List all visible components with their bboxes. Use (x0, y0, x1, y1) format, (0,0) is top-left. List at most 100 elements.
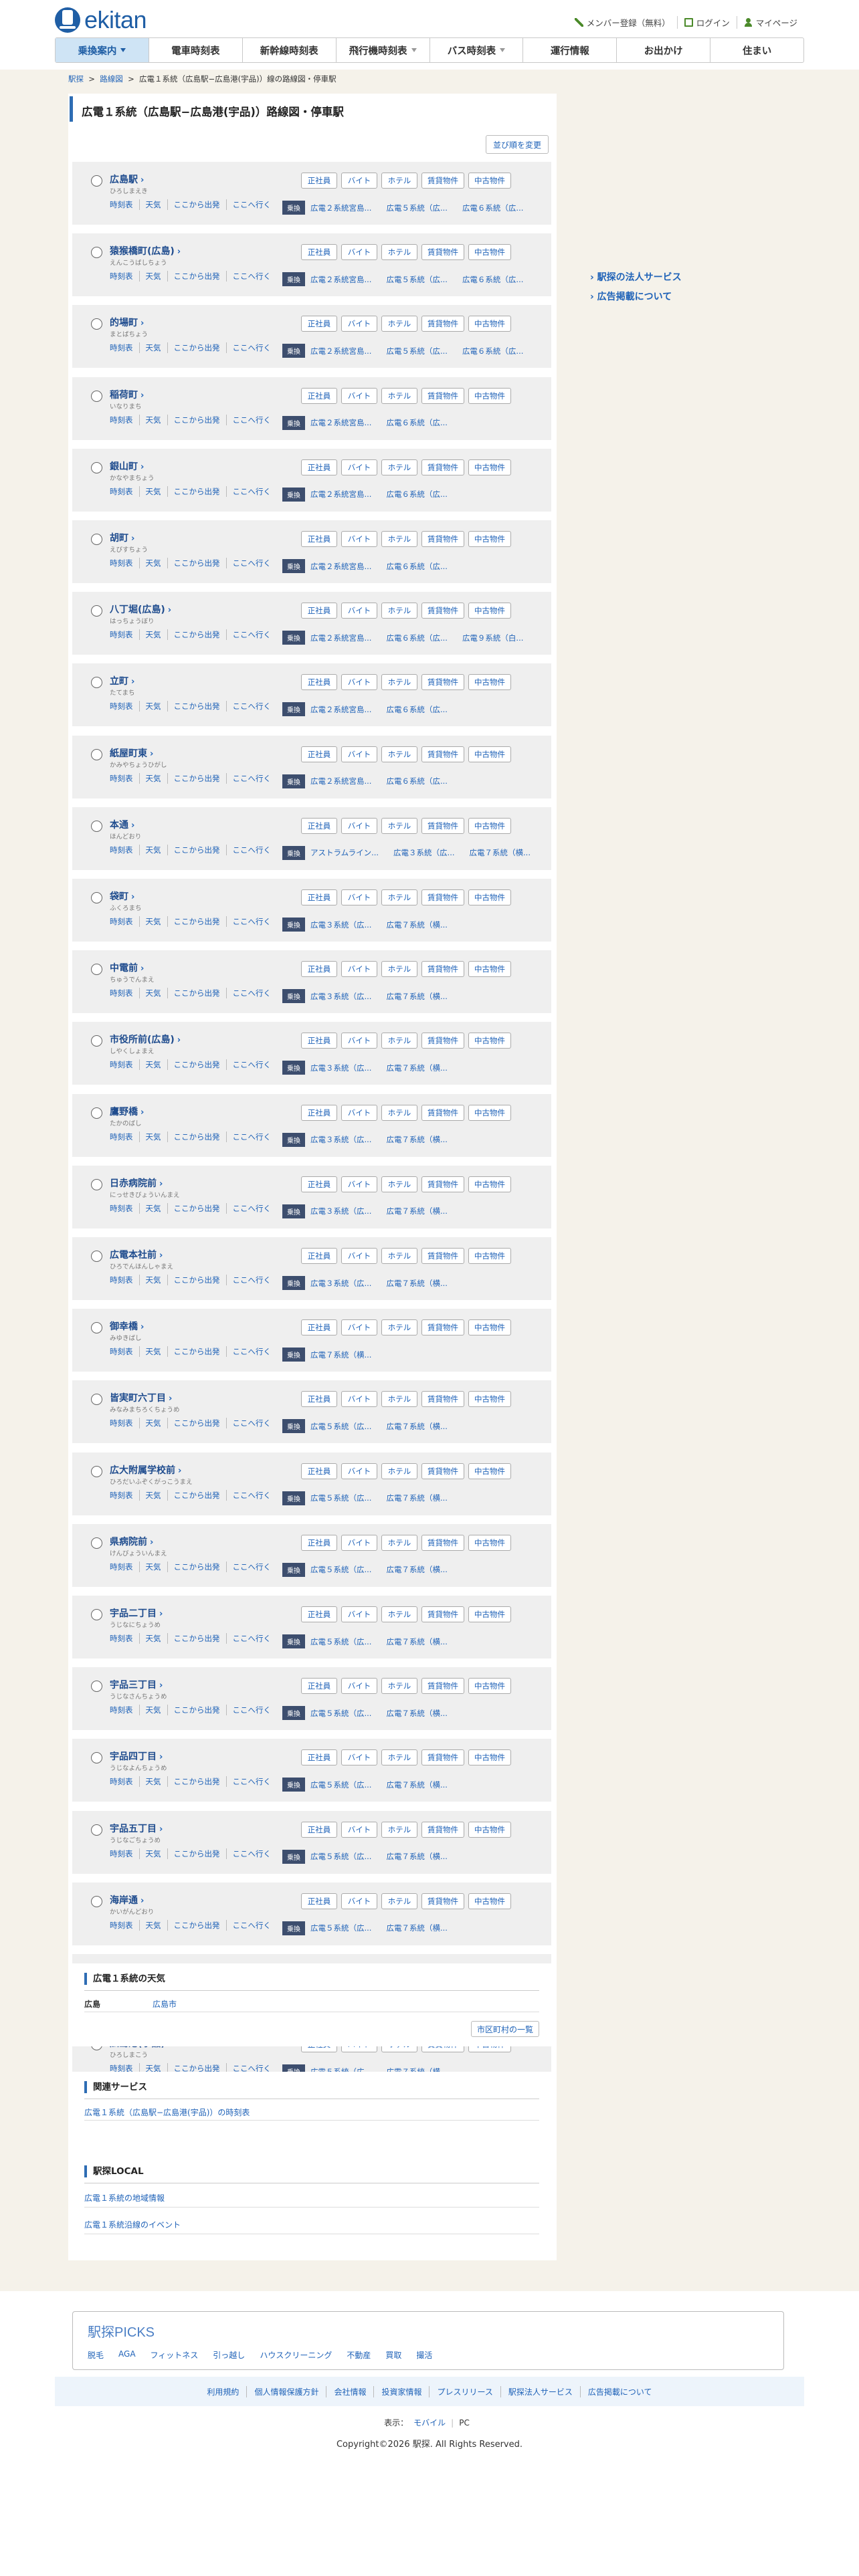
used-property-button[interactable]: 中古物件 (468, 244, 511, 261)
go-to-link[interactable]: ここへ行く (225, 486, 278, 497)
go-to-link[interactable]: ここへ行く (225, 1705, 278, 1716)
hotel-button[interactable]: ホテル (381, 244, 417, 261)
fulltime-job-button[interactable]: 正社員 (301, 1678, 337, 1695)
depart-from-link[interactable]: ここから出発 (167, 1633, 226, 1644)
transfer-line-link[interactable]: 広電７系統（横... (386, 1206, 447, 1216)
timetable-link[interactable]: 時刻表 (110, 701, 139, 712)
timetable-link[interactable]: 時刻表 (110, 1059, 139, 1070)
transfer-line-link[interactable]: 広電２系統宮島... (310, 489, 371, 500)
timetable-link[interactable]: 時刻表 (110, 199, 139, 210)
station-radio[interactable] (91, 1824, 102, 1836)
fulltime-job-button[interactable]: 正社員 (301, 674, 337, 691)
fulltime-job-button[interactable]: 正社員 (301, 244, 337, 261)
transfer-line-link[interactable]: 広電５系統（広... (386, 346, 447, 356)
transfer-line-link[interactable]: 広電９系統（白... (462, 633, 523, 643)
used-property-button[interactable]: 中古物件 (468, 387, 511, 404)
depart-from-link[interactable]: ここから出発 (167, 1059, 226, 1071)
nav-item[interactable]: 運行情報 (522, 38, 616, 62)
hotel-button[interactable]: ホテル (381, 316, 417, 332)
weather-link[interactable]: 天気 (138, 1633, 167, 1644)
local-event-link[interactable]: 広電１系統沿線のイベント (84, 2219, 181, 2230)
go-to-link[interactable]: ここへ行く (225, 844, 278, 855)
hotel-button[interactable]: ホテル (381, 1391, 417, 1408)
fulltime-job-button[interactable]: 正社員 (301, 1821, 337, 1838)
rental-button[interactable]: 賃貸物件 (421, 674, 464, 691)
rental-button[interactable]: 賃貸物件 (421, 746, 464, 762)
go-to-link[interactable]: ここへ行く (225, 772, 278, 784)
breadcrumb-item[interactable]: 駅探 (68, 74, 84, 84)
picks-logo[interactable]: 駅探PICKS (88, 2321, 155, 2341)
rental-button[interactable]: 賃貸物件 (421, 1821, 464, 1838)
station-radio[interactable] (91, 1035, 102, 1047)
station-name-link[interactable]: 八丁堀(広島) › (110, 603, 171, 616)
nav-item[interactable]: 電車時刻表 (148, 38, 242, 62)
station-name-link[interactable]: 宇品三丁目 › (110, 1678, 163, 1691)
go-to-link[interactable]: ここへ行く (225, 1202, 278, 1214)
transfer-line-link[interactable]: 広電７系統（横... (386, 1780, 447, 1790)
transfer-line-link[interactable]: 広電２系統宮島... (310, 203, 371, 213)
picks-category-link[interactable]: 脱毛 (88, 2349, 104, 2361)
hotel-button[interactable]: ホテル (381, 961, 417, 978)
transfer-line-link[interactable]: 広電５系統（広... (310, 1636, 371, 1647)
used-property-button[interactable]: 中古物件 (468, 316, 511, 332)
timetable-link[interactable]: 時刻表 (110, 845, 139, 855)
used-property-button[interactable]: 中古物件 (468, 1176, 511, 1192)
depart-from-link[interactable]: ここから出発 (167, 1202, 226, 1214)
depart-from-link[interactable]: ここから出発 (167, 271, 226, 282)
weather-link[interactable]: 天気 (138, 1919, 167, 1931)
hotel-button[interactable]: ホテル (381, 746, 417, 762)
parttime-job-button[interactable]: バイト (341, 1893, 377, 1909)
used-property-button[interactable]: 中古物件 (468, 1606, 511, 1622)
transfer-line-link[interactable]: 広電６系統（広... (386, 417, 447, 428)
go-to-link[interactable]: ここへ行く (225, 629, 278, 641)
hotel-button[interactable]: ホテル (381, 1534, 417, 1551)
nav-item[interactable]: お出かけ (616, 38, 710, 62)
go-to-link[interactable]: ここへ行く (225, 199, 278, 210)
rental-button[interactable]: 賃貸物件 (421, 1104, 464, 1121)
fulltime-job-button[interactable]: 正社員 (301, 1248, 337, 1264)
station-name-link[interactable]: 稲荷町 › (110, 388, 144, 401)
go-to-link[interactable]: ここへ行く (225, 1561, 278, 1572)
station-name-link[interactable]: 袋町 › (110, 889, 134, 903)
station-name-link[interactable]: 県病院前 › (110, 1535, 153, 1548)
transfer-line-link[interactable]: 広電７系統（横... (310, 1350, 371, 1360)
transfer-line-link[interactable]: 広電６系統（広... (386, 776, 447, 786)
weather-link[interactable]: 天気 (138, 558, 167, 568)
transfer-line-link[interactable]: 広電７系統（横... (386, 1923, 447, 1933)
timetable-link[interactable]: 時刻表 (110, 773, 139, 784)
weather-city-link[interactable]: 広島市 (153, 1998, 177, 2010)
go-to-link[interactable]: ここへ行く (225, 701, 278, 712)
footer-link[interactable]: 利用規約 (199, 2386, 246, 2397)
weather-link[interactable]: 天気 (138, 1848, 167, 1859)
transfer-line-link[interactable]: 広電２系統宮島... (310, 704, 371, 715)
station-radio[interactable] (91, 175, 102, 187)
station-name-link[interactable]: 本通 › (110, 818, 134, 831)
station-radio[interactable] (91, 748, 102, 760)
hotel-button[interactable]: ホテル (381, 1606, 417, 1622)
login-link[interactable]: ログイン (676, 16, 737, 29)
footer-link[interactable]: 広告掲載について (579, 2385, 660, 2397)
transfer-line-link[interactable]: 広電２系統宮島... (310, 417, 371, 428)
station-radio[interactable] (91, 1178, 102, 1190)
mypage-link[interactable]: マイページ (736, 16, 804, 29)
parttime-job-button[interactable]: バイト (341, 1678, 377, 1695)
transfer-line-link[interactable]: 広電６系統（広... (386, 704, 447, 715)
hotel-button[interactable]: ホテル (381, 1821, 417, 1838)
hotel-button[interactable]: ホテル (381, 1678, 417, 1695)
transfer-line-link[interactable]: 広電５系統（広... (310, 1564, 371, 1575)
rental-button[interactable]: 賃貸物件 (421, 244, 464, 261)
hotel-button[interactable]: ホテル (381, 1749, 417, 1766)
go-to-link[interactable]: ここへ行く (225, 1848, 278, 1859)
timetable-link[interactable]: 時刻表 (110, 1633, 139, 1644)
parttime-job-button[interactable]: バイト (341, 1104, 377, 1121)
rental-button[interactable]: 賃貸物件 (421, 531, 464, 547)
fulltime-job-button[interactable]: 正社員 (301, 889, 337, 905)
timetable-link[interactable]: 時刻表 (110, 988, 139, 998)
transfer-line-link[interactable]: 広電３系統（広... (393, 847, 454, 858)
station-radio[interactable] (91, 1609, 102, 1620)
fulltime-job-button[interactable]: 正社員 (301, 1606, 337, 1622)
go-to-link[interactable]: ここへ行く (225, 271, 278, 282)
station-name-link[interactable]: 広電本社前 › (110, 1248, 163, 1261)
member-register-link[interactable]: メンバー登録（無料） (568, 16, 677, 29)
parttime-job-button[interactable]: バイト (341, 603, 377, 619)
